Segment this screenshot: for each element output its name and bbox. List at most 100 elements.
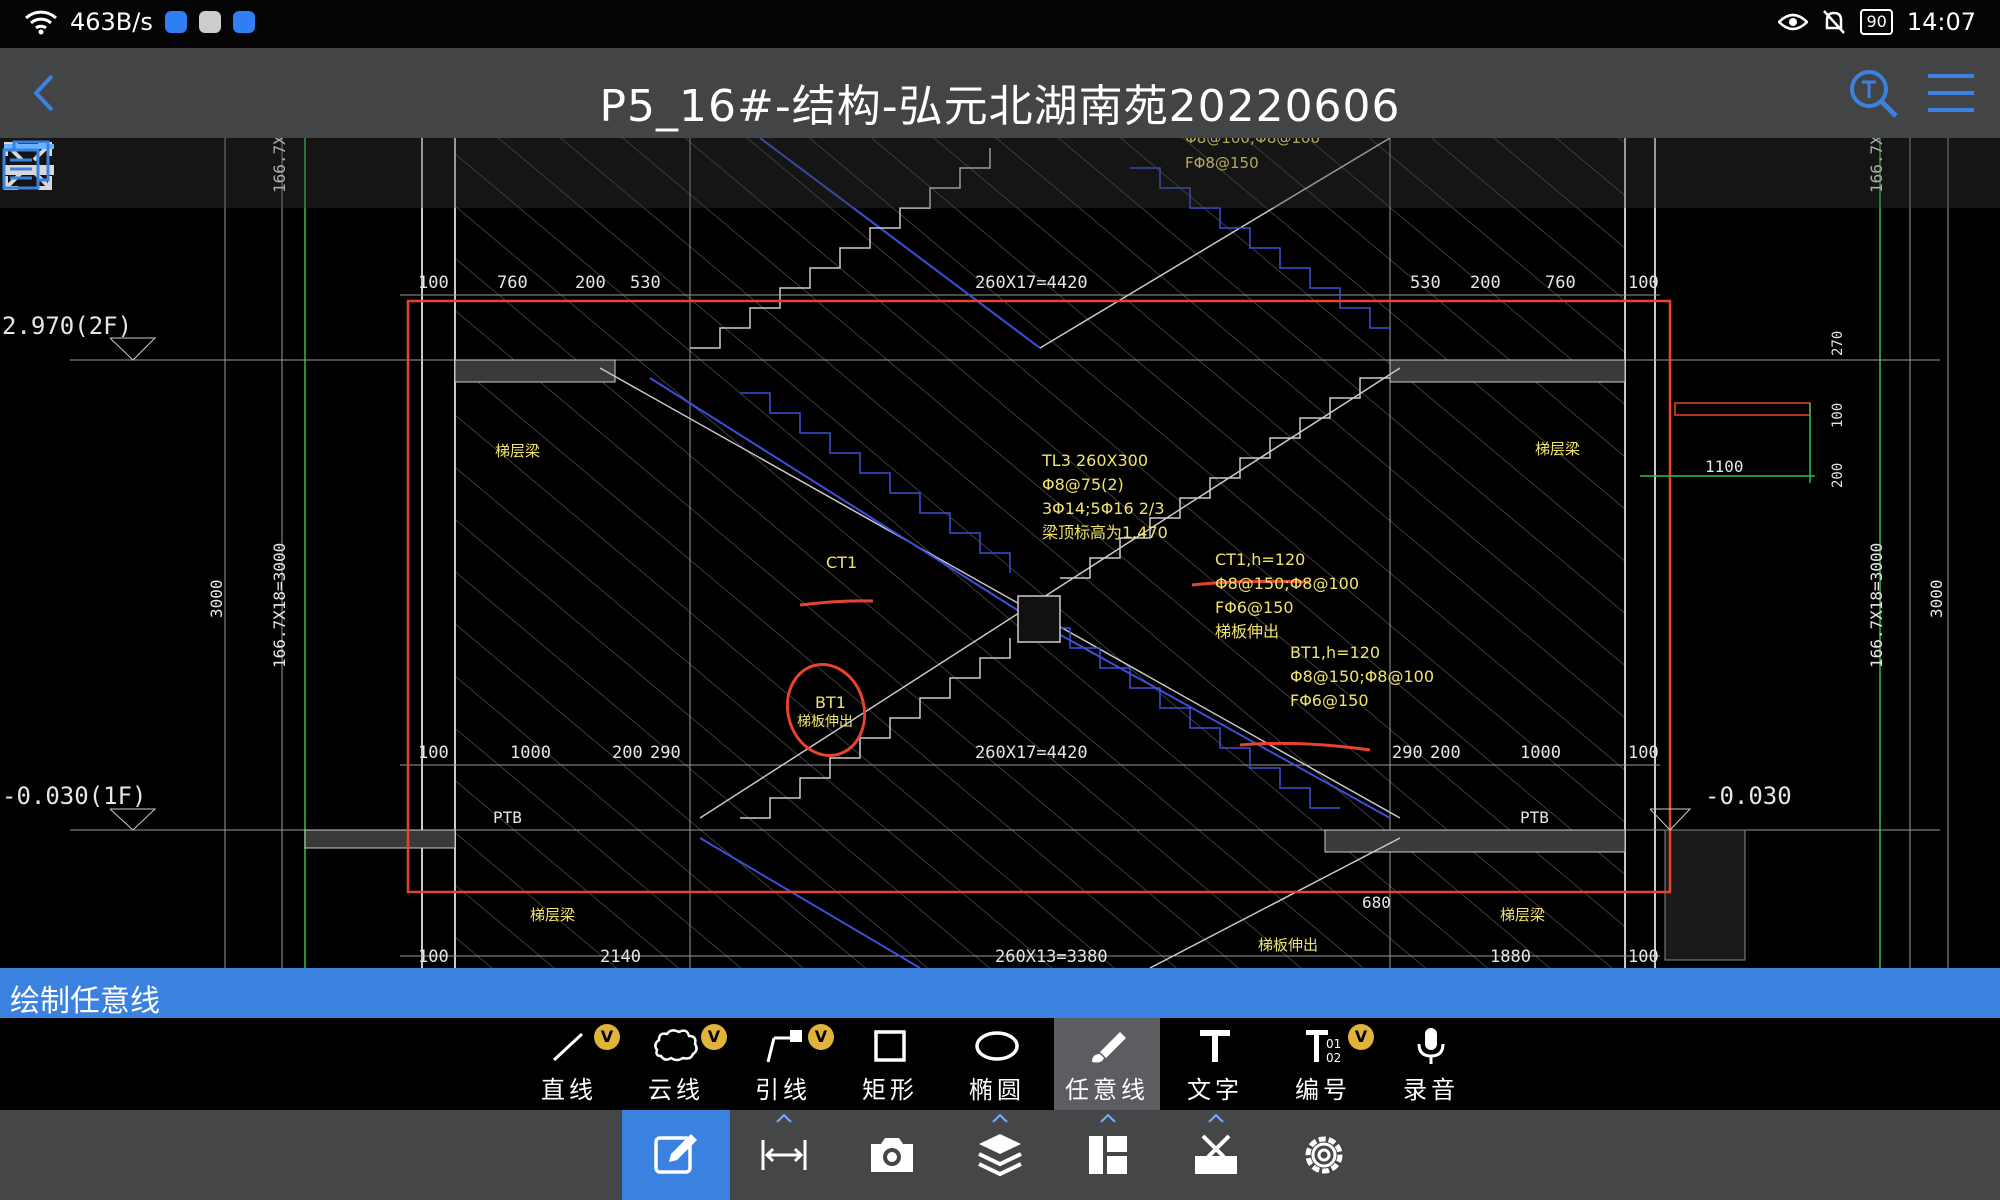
bt1-rebar-1: Φ8@150;Φ8@100	[1290, 667, 1434, 686]
app-notification-icon	[164, 11, 187, 33]
cad-drawing[interactable]: 2.970(2F) -0.030(1F) -0.030 166.7X18=300…	[0, 138, 2000, 968]
document-list-icon[interactable]	[0, 138, 54, 192]
vip-badge: V	[701, 1024, 727, 1050]
text-icon	[1200, 1030, 1230, 1062]
tool-label: 直线	[541, 1076, 597, 1104]
tl3-label-3: 3Φ14;5Φ16 2/3	[1042, 499, 1165, 518]
tool-label: 云线	[648, 1076, 704, 1104]
nav-settings[interactable]	[1270, 1110, 1378, 1200]
tool-label: 录音	[1403, 1076, 1459, 1104]
bot-dim: 1880	[1490, 947, 1531, 967]
nav-layers[interactable]	[946, 1110, 1054, 1200]
line-icon	[552, 1032, 584, 1062]
top-dim: 200	[1470, 273, 1501, 293]
dim-right-3000: 3000	[1927, 579, 1946, 618]
settings-icon	[1305, 1136, 1343, 1174]
dim-680-label: 680	[1362, 893, 1391, 912]
top-dim: 100	[1628, 273, 1659, 293]
tool-numbering[interactable]: 01 02 V 编号	[1270, 1018, 1376, 1110]
top-dim: 200	[575, 273, 606, 293]
brush-icon	[1092, 1032, 1126, 1063]
dim-100-label: 100	[1830, 403, 1846, 428]
ct1-rebar-2: FΦ6@150	[1215, 598, 1294, 617]
top-dim: 100	[418, 273, 449, 293]
numbering-icon: 01 02	[1306, 1030, 1341, 1065]
nav-markup[interactable]	[622, 1110, 730, 1200]
tool-ellipse[interactable]: 椭圆	[944, 1018, 1050, 1110]
menu-icon[interactable]	[1924, 66, 1978, 120]
network-speed: 463B/s	[70, 8, 153, 36]
tool-freehand[interactable]: 任意线	[1054, 1018, 1160, 1110]
nav-toolbox[interactable]	[1162, 1110, 1270, 1200]
bt1-circle-label: BT1	[815, 693, 846, 712]
level-2f-label: 2.970(2F)	[2, 312, 132, 340]
mid-dim: 200	[612, 743, 643, 763]
vip-badge: V	[594, 1024, 620, 1050]
eye-icon	[1778, 13, 1809, 31]
battery-level: 90	[1866, 12, 1887, 31]
tool-label: 文字	[1187, 1076, 1243, 1104]
drawing-canvas[interactable]: 2.970(2F) -0.030(1F) -0.030 166.7X18=300…	[0, 138, 2000, 968]
mode-banner: 绘制任意线	[0, 968, 2000, 1019]
mid-dim: 290	[650, 743, 681, 763]
bt1-rebar-2: FΦ6@150	[1290, 691, 1369, 710]
tool-line[interactable]: V 直线	[516, 1018, 622, 1110]
tool-label: 编号	[1295, 1076, 1351, 1104]
measure-icon	[761, 1140, 807, 1170]
wifi-icon	[24, 10, 58, 35]
status-bar: 463B/s 90 14:07	[0, 0, 2000, 48]
tool-label: 矩形	[862, 1076, 918, 1104]
chevron-up-icon	[1208, 1113, 1224, 1123]
level-right-label: -0.030	[1705, 782, 1792, 810]
mid-dim: 260X17=4420	[975, 743, 1088, 763]
markup-toolbar: V 直线 V 云线 V 引线 矩形 椭圆 任意线 文字 01 02 V 编号 录…	[0, 1018, 2000, 1112]
top-dim: 530	[1410, 273, 1441, 293]
nav-layout[interactable]	[1054, 1110, 1162, 1200]
mid-dim: 1000	[510, 743, 551, 763]
beam-label-tr: 梯层梁	[1535, 440, 1580, 458]
search-icon[interactable]	[1846, 66, 1900, 120]
chevron-up-icon	[1100, 1113, 1116, 1123]
battery-icon: 90	[1860, 9, 1893, 35]
chevron-up-icon	[776, 1113, 792, 1123]
nav-measure[interactable]	[730, 1110, 838, 1200]
dim-left-3000: 3000	[207, 579, 226, 618]
vip-badge: V	[1348, 1024, 1374, 1050]
tool-voice[interactable]: 录音	[1378, 1018, 1484, 1110]
tool-leader[interactable]: V 引线	[730, 1018, 836, 1110]
bot-dim: 260X13=3380	[995, 947, 1108, 967]
mid-dim: 1000	[1520, 743, 1561, 763]
nav-camera[interactable]	[838, 1110, 946, 1200]
top-dim: 530	[630, 273, 661, 293]
rectangle-icon	[874, 1030, 906, 1062]
ct1-h-label: CT1,h=120	[1215, 550, 1305, 569]
tool-label: 椭圆	[969, 1076, 1025, 1104]
tool-label: 引线	[755, 1076, 811, 1104]
tool-text[interactable]: 文字	[1162, 1018, 1268, 1110]
ellipse-icon	[975, 1031, 1019, 1061]
tool-label: 任意线	[1065, 1076, 1149, 1104]
mid-dim: 100	[1628, 743, 1659, 763]
top-dim: 760	[497, 273, 528, 293]
tl3-label-4: 梁顶标高为1.470	[1042, 523, 1168, 542]
ptb-left-label: PTB	[493, 808, 522, 827]
tool-cloud[interactable]: V 云线	[623, 1018, 729, 1110]
mid-dim: 100	[418, 743, 449, 763]
title-bar: P5_16#-结构-弘元北湖南苑20220606	[0, 48, 2000, 138]
ct1-rebar-3: 梯板伸出	[1215, 622, 1279, 641]
dim-right-vert: 166.7X18=3000	[1867, 543, 1886, 668]
svg-text:01: 01	[1326, 1037, 1341, 1051]
leader-icon	[766, 1030, 802, 1063]
tool-rectangle[interactable]: 矩形	[837, 1018, 943, 1110]
level-1f-label: -0.030(1F)	[2, 782, 147, 810]
bt1-circle-sub: 梯板伸出	[797, 714, 853, 730]
canvas-top-overlay	[0, 138, 2000, 208]
top-dim: 760	[1545, 273, 1576, 293]
cloud-icon	[654, 1029, 698, 1062]
toolbox-icon	[1195, 1134, 1237, 1174]
document-title: P5_16#-结构-弘元北湖南苑20220606	[599, 81, 1401, 132]
mid-dim: 200	[1430, 743, 1461, 763]
beam-label-bl: 梯层梁	[530, 906, 575, 924]
bot-dim: 100	[418, 947, 449, 967]
dim-left-vert: 166.7X18=3000	[270, 543, 289, 668]
